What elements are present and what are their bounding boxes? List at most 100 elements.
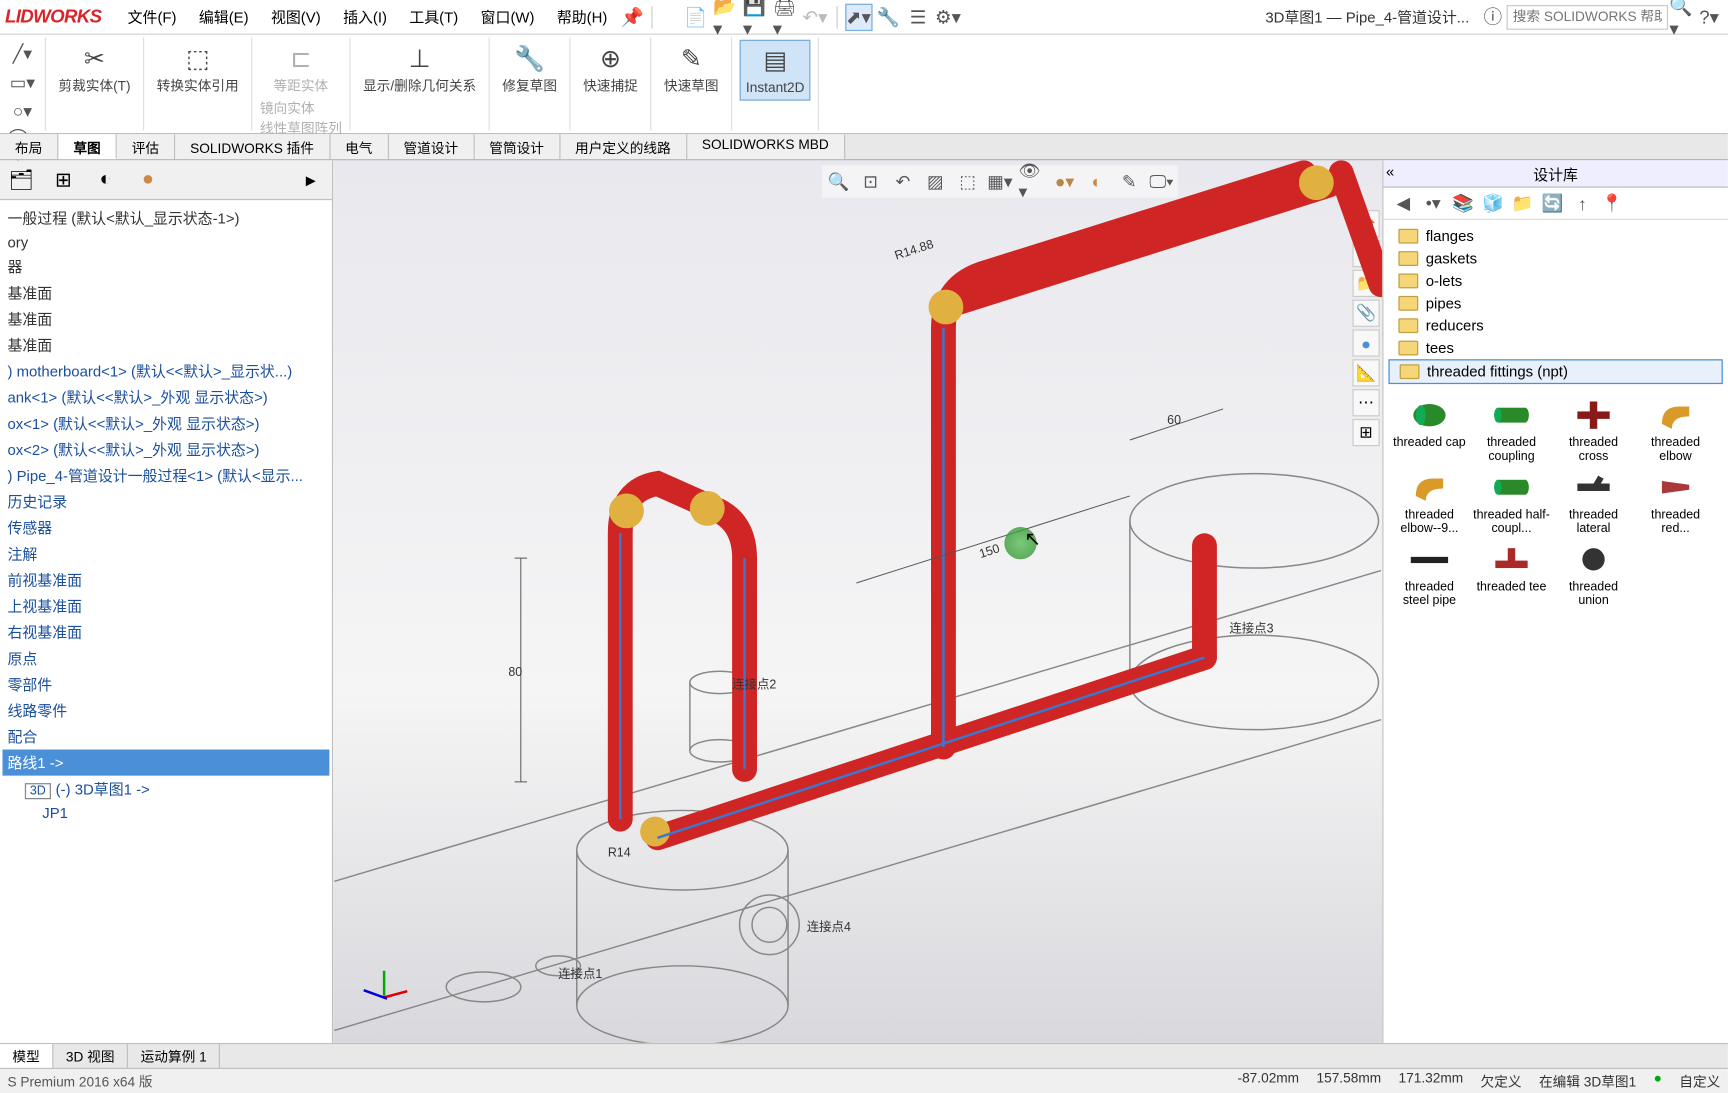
tree-item[interactable]: 前视基准面 bbox=[2, 567, 329, 593]
tab-SOLIDWORKS MBD[interactable]: SOLIDWORKS MBD bbox=[687, 134, 845, 159]
repair-button[interactable]: 🔧修复草图 bbox=[497, 40, 562, 99]
menu-edit[interactable]: 编辑(E) bbox=[188, 2, 260, 31]
bottom-tab-模型[interactable]: 模型 bbox=[0, 1044, 53, 1068]
pin2-icon[interactable]: 📍 bbox=[1600, 191, 1625, 216]
part-threaded-elbow--9...[interactable]: threaded elbow--9... bbox=[1391, 469, 1468, 536]
tree-item[interactable]: 原点 bbox=[2, 645, 329, 671]
display-icon[interactable]: ◐ bbox=[89, 163, 121, 195]
rect-tool[interactable]: ▭▾ bbox=[7, 68, 37, 95]
tab-布局[interactable]: 布局 bbox=[0, 134, 58, 159]
convert-button[interactable]: ⬚转换实体引用 bbox=[152, 40, 244, 99]
menu-view[interactable]: 视图(V) bbox=[260, 2, 332, 31]
tree-item[interactable]: 零部件 bbox=[2, 671, 329, 697]
menu-insert[interactable]: 插入(I) bbox=[332, 2, 398, 31]
tree-item[interactable]: 配合 bbox=[2, 723, 329, 749]
folder-icon[interactable]: 📁 bbox=[1510, 191, 1535, 216]
rapid-sketch-button[interactable]: ✎快速草图 bbox=[659, 40, 724, 99]
trim-button[interactable]: ✂剪裁实体(T) bbox=[53, 40, 135, 99]
tab-用户定义的线路[interactable]: 用户定义的线路 bbox=[560, 134, 687, 159]
undo-icon[interactable]: ↶▾ bbox=[801, 3, 828, 30]
print-icon[interactable]: 🖨▾ bbox=[771, 3, 798, 30]
search-icon[interactable]: 🔍▾ bbox=[1668, 3, 1695, 30]
part-threaded-red...[interactable]: threaded red... bbox=[1637, 469, 1714, 536]
part-threaded-cap[interactable]: threaded cap bbox=[1391, 397, 1468, 464]
folder-threaded fittings (npt)[interactable]: threaded fittings (npt) bbox=[1388, 359, 1722, 384]
tree-item[interactable]: 上视基准面 bbox=[2, 593, 329, 619]
instant2d-button[interactable]: ▤Instant2D bbox=[740, 40, 811, 101]
tree-item[interactable]: ox<2> (默认<<默认>_外观 显示状态>) bbox=[2, 436, 329, 462]
select-icon[interactable]: ⬈▾ bbox=[845, 3, 872, 30]
toolbox-icon[interactable]: 🧊 bbox=[1480, 191, 1505, 216]
settings-icon[interactable]: ⚙▾ bbox=[934, 3, 961, 30]
circle-tool[interactable]: ○▾ bbox=[7, 97, 37, 124]
new-icon[interactable]: 📄 bbox=[682, 3, 709, 30]
part-threaded-elbow[interactable]: threaded elbow bbox=[1637, 397, 1714, 464]
folder-o-lets[interactable]: o-lets bbox=[1388, 270, 1722, 292]
tree-item[interactable]: 器 bbox=[2, 254, 329, 280]
fwd-icon[interactable]: •▾ bbox=[1421, 191, 1446, 216]
search-input[interactable] bbox=[1507, 4, 1669, 29]
tab-评估[interactable]: 评估 bbox=[117, 134, 175, 159]
tree-item[interactable]: ank<1> (默认<<默认>_外观 显示状态>) bbox=[2, 384, 329, 410]
part-threaded-steel-pipe[interactable]: threaded steel pipe bbox=[1391, 541, 1468, 608]
menu-file[interactable]: 文件(F) bbox=[116, 2, 187, 31]
menu-window[interactable]: 窗口(W) bbox=[469, 2, 545, 31]
tab-管道设计[interactable]: 管道设计 bbox=[389, 134, 475, 159]
folder-reducers[interactable]: reducers bbox=[1388, 314, 1722, 336]
tree-item[interactable]: 3D(-) 3D草图1 -> bbox=[2, 776, 329, 802]
tree-item[interactable]: 基准面 bbox=[2, 306, 329, 332]
tree-view-icon[interactable]: 🗂 bbox=[5, 163, 37, 195]
expand-icon[interactable]: ▸ bbox=[295, 163, 327, 195]
tree-item[interactable]: 注解 bbox=[2, 541, 329, 567]
display-relations-button[interactable]: ⊥显示/删除几何关系 bbox=[358, 40, 481, 99]
part-threaded-lateral[interactable]: threaded lateral bbox=[1555, 469, 1632, 536]
tree-item[interactable]: 传感器 bbox=[2, 515, 329, 541]
tree-item[interactable]: ory bbox=[2, 231, 329, 253]
save-icon[interactable]: 💾▾ bbox=[742, 3, 769, 30]
quick-snap-button[interactable]: ⊕快速捕捉 bbox=[578, 40, 643, 99]
part-threaded-tee[interactable]: threaded tee bbox=[1473, 541, 1550, 608]
tree-item[interactable]: JP1 bbox=[2, 802, 329, 824]
bottom-tab-运动算例 1[interactable]: 运动算例 1 bbox=[128, 1044, 220, 1068]
tree-item[interactable]: ox<1> (默认<<默认>_外观 显示状态>) bbox=[2, 410, 329, 436]
pin-icon[interactable]: 📌 bbox=[619, 3, 646, 30]
tab-电气[interactable]: 电气 bbox=[330, 134, 388, 159]
part-threaded-coupling[interactable]: threaded coupling bbox=[1473, 397, 1550, 464]
tree-item[interactable]: ) motherboard<1> (默认<<默认>_显示状...) bbox=[2, 358, 329, 384]
folder-tees[interactable]: tees bbox=[1388, 337, 1722, 359]
rebuild-icon[interactable]: 🔧 bbox=[875, 3, 902, 30]
open-icon[interactable]: 📂▾ bbox=[712, 3, 739, 30]
folder-flanges[interactable]: flanges bbox=[1388, 225, 1722, 247]
lib-icon[interactable]: 📚 bbox=[1451, 191, 1476, 216]
tree-item[interactable]: ) Pipe_4-管道设计一般过程<1> (默认<显示... bbox=[2, 462, 329, 488]
bottom-tab-3D 视图[interactable]: 3D 视图 bbox=[53, 1044, 128, 1068]
tab-草图[interactable]: 草图 bbox=[58, 134, 116, 159]
collapse-icon[interactable]: « bbox=[1386, 163, 1394, 180]
folder-gaskets[interactable]: gaskets bbox=[1388, 247, 1722, 269]
tree-item[interactable]: 线路零件 bbox=[2, 697, 329, 723]
menu-help[interactable]: 帮助(H) bbox=[546, 2, 619, 31]
tree-item[interactable]: 基准面 bbox=[2, 280, 329, 306]
refresh-icon[interactable]: 🔄 bbox=[1540, 191, 1565, 216]
up-icon[interactable]: ↑ bbox=[1570, 191, 1595, 216]
options-icon[interactable]: ☰ bbox=[904, 3, 931, 30]
appearance-icon[interactable]: ● bbox=[132, 163, 164, 195]
help-icon[interactable]: ⓘ bbox=[1479, 3, 1506, 30]
tree-item[interactable]: 右视基准面 bbox=[2, 619, 329, 645]
question-icon[interactable]: ?▾ bbox=[1695, 3, 1722, 30]
part-threaded-cross[interactable]: threaded cross bbox=[1555, 397, 1632, 464]
part-threaded-half-coupl...[interactable]: threaded half-coupl... bbox=[1473, 469, 1550, 536]
menu-tools[interactable]: 工具(T) bbox=[398, 2, 469, 31]
3d-viewport[interactable]: 🔍 ⊡ ↶ ▨ ⬚ ▦▾ 👁▾ ●▾ ◐ ✎ 🖵▾ 🏠 ⬚ 📁 📎 ● 📐 ⋯ … bbox=[333, 160, 1382, 1043]
tree-item[interactable]: 历史记录 bbox=[2, 488, 329, 514]
back-icon[interactable]: ◀ bbox=[1391, 191, 1416, 216]
tree-item[interactable]: 路线1 -> bbox=[2, 750, 329, 776]
config-icon[interactable]: ⊞ bbox=[47, 163, 79, 195]
folder-pipes[interactable]: pipes bbox=[1388, 292, 1722, 314]
tree-root[interactable]: 一般过程 (默认<默认_显示状态-1>) bbox=[2, 205, 329, 231]
line-tool[interactable]: ╱▾ bbox=[7, 40, 37, 67]
tab-管筒设计[interactable]: 管筒设计 bbox=[474, 134, 560, 159]
tree-item[interactable]: 基准面 bbox=[2, 332, 329, 358]
part-threaded-union[interactable]: threaded union bbox=[1555, 541, 1632, 608]
tab-SOLIDWORKS 插件[interactable]: SOLIDWORKS 插件 bbox=[175, 134, 330, 159]
